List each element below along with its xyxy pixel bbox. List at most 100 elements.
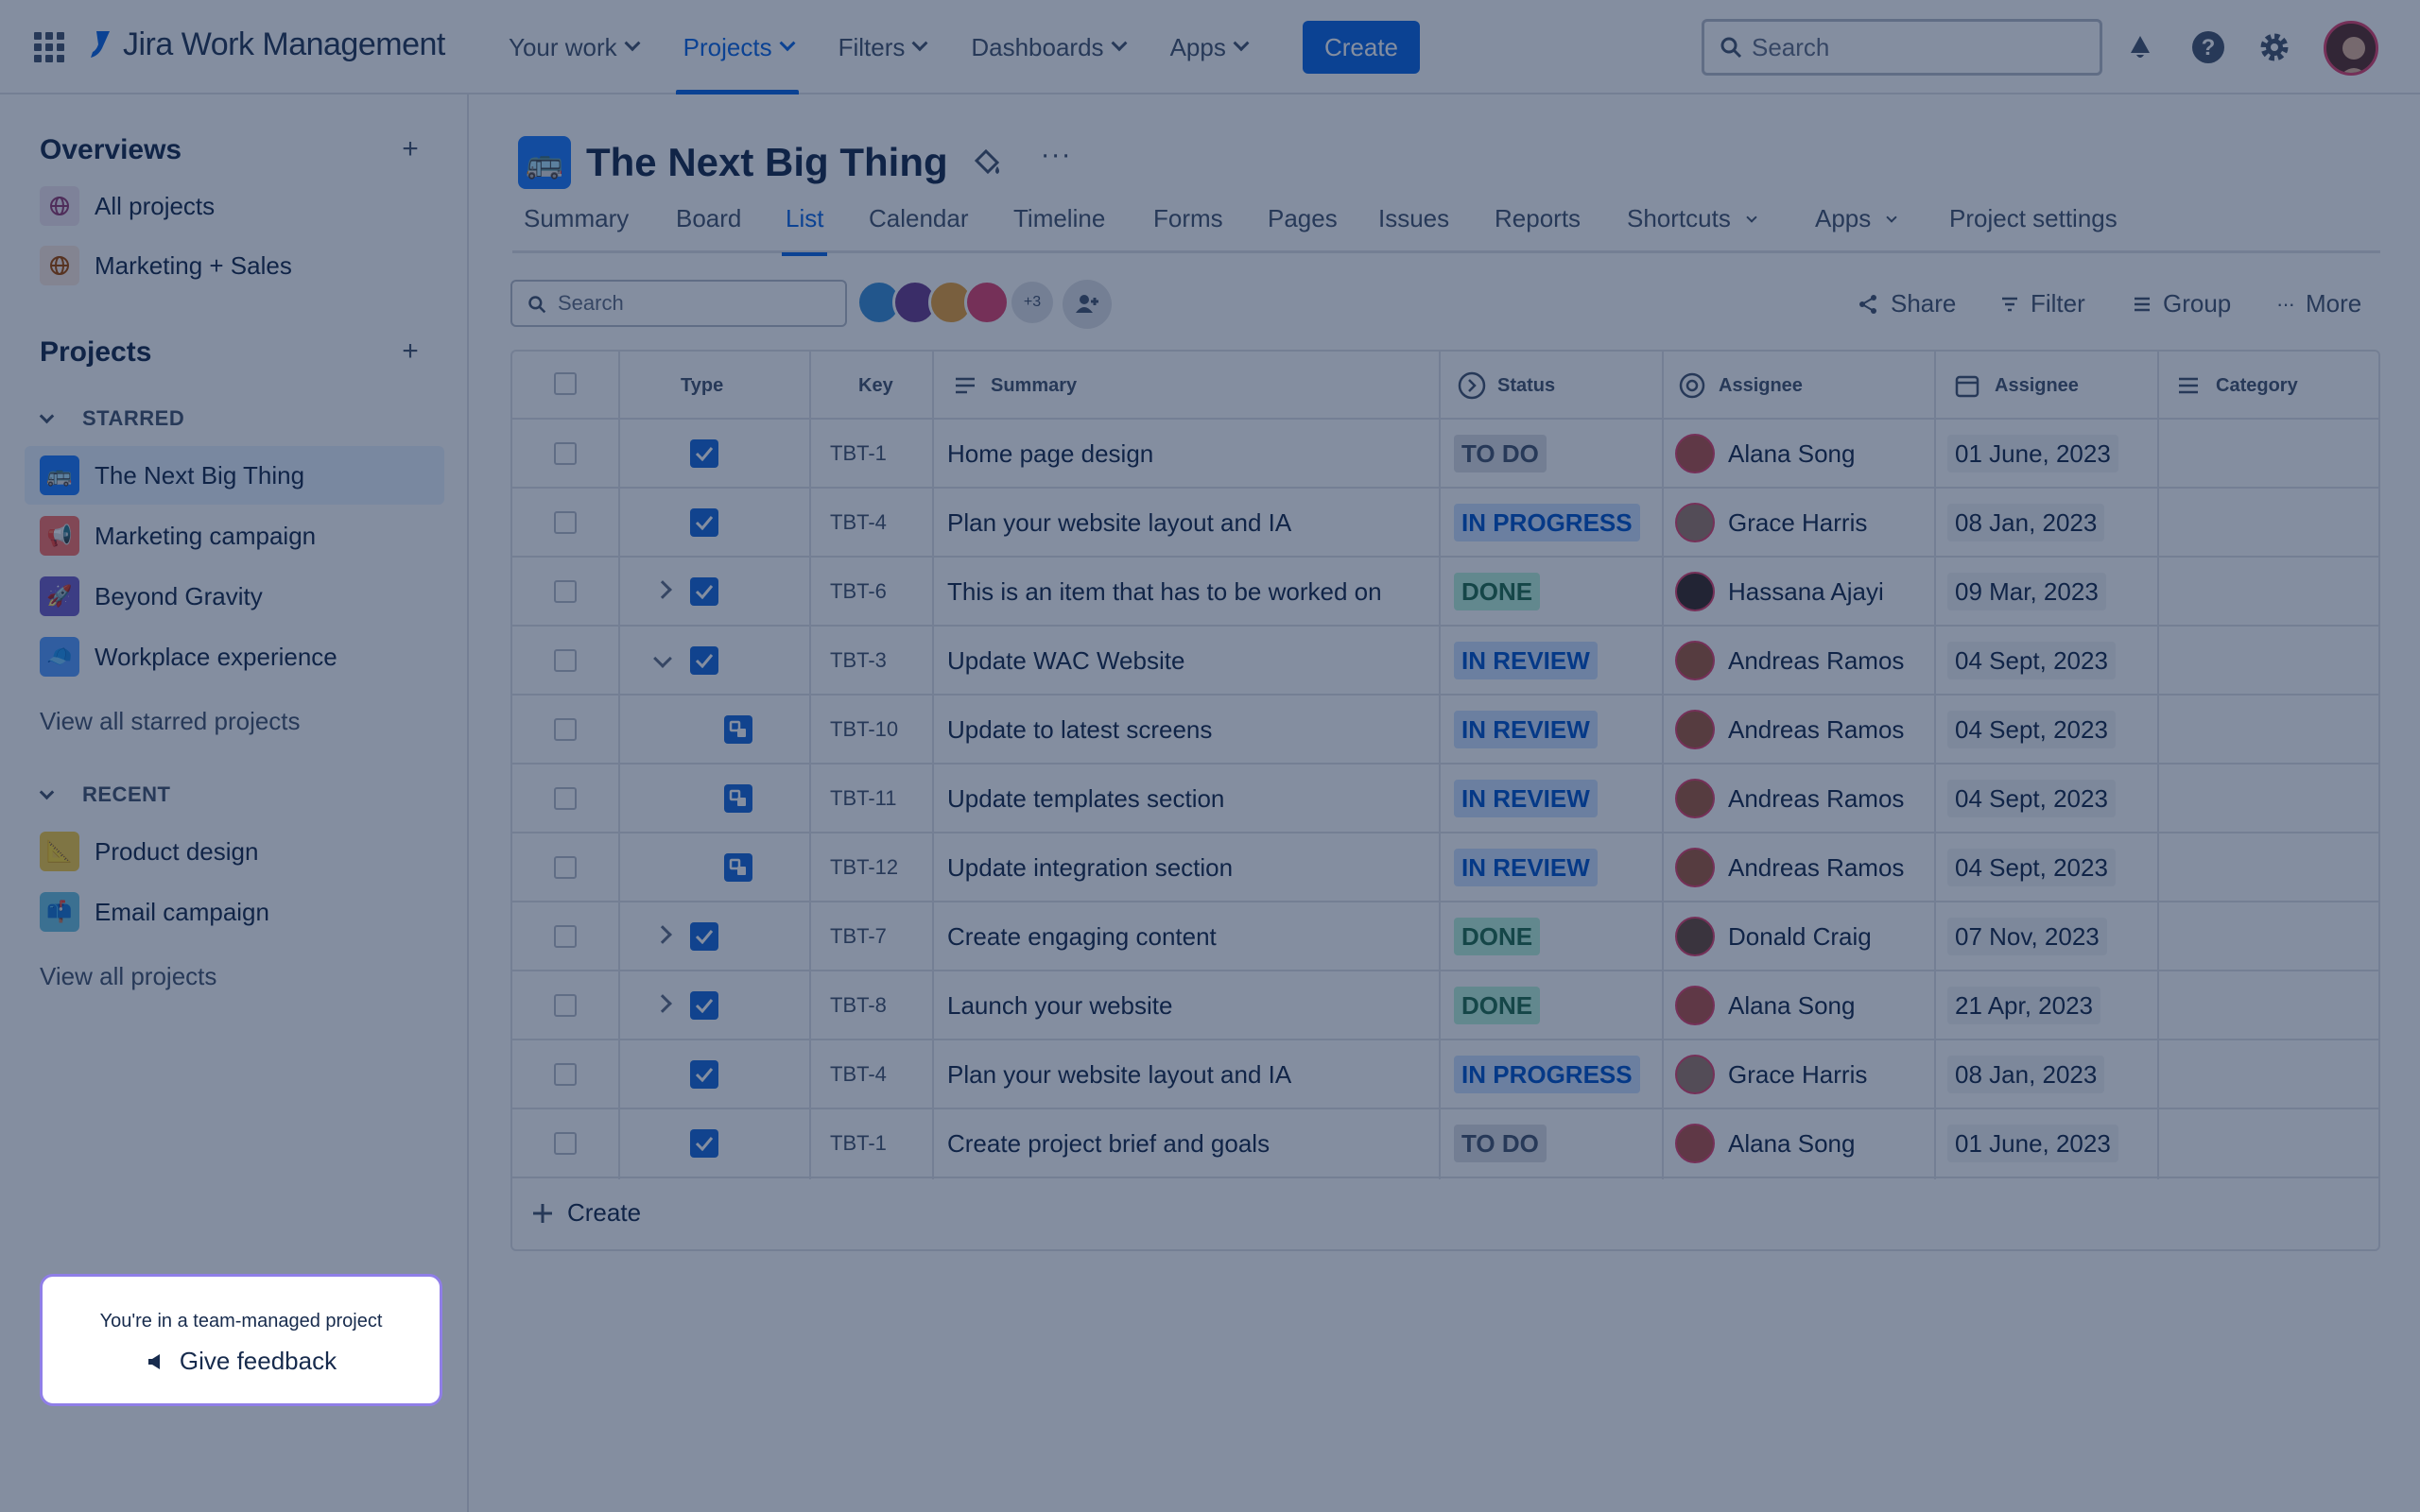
tab-timeline[interactable]: Timeline (1013, 204, 1105, 253)
starred-section-toggle[interactable]: STARRED (39, 406, 184, 431)
table-row[interactable]: TBT-4 Plan your website layout and IA IN P… (512, 489, 2378, 558)
issue-key[interactable]: TBT-4 (830, 1062, 887, 1087)
column-header-key[interactable]: Key (858, 352, 893, 420)
chevron-down-icon[interactable] (653, 649, 672, 668)
row-checkbox[interactable] (554, 1063, 577, 1086)
date-value[interactable]: 04 Sept, 2023 (1947, 849, 2116, 886)
date-value[interactable]: 01 June, 2023 (1947, 1125, 2118, 1162)
table-row[interactable]: TBT-7 Create engaging content DONE Donald C… (512, 902, 2378, 971)
status-badge[interactable]: TO DO (1454, 1125, 1547, 1162)
table-row[interactable]: TBT-12 Update integration section IN REVIE… (512, 833, 2378, 902)
group-button[interactable]: Group (2133, 289, 2231, 318)
add-overview-button[interactable]: + (391, 130, 429, 168)
share-button[interactable]: Share (1857, 289, 1956, 318)
table-row[interactable]: TBT-3 Update WAC Website IN REVIEW Andreas … (512, 627, 2378, 696)
tab-calendar[interactable]: Calendar (869, 204, 969, 253)
issue-key[interactable]: TBT-3 (830, 648, 887, 673)
date-value[interactable]: 04 Sept, 2023 (1947, 780, 2116, 817)
status-badge[interactable]: IN REVIEW (1454, 711, 1598, 748)
chevron-right-icon[interactable] (653, 580, 672, 599)
column-header-status[interactable]: Status (1458, 352, 1555, 420)
chevron-right-icon[interactable] (653, 994, 672, 1013)
assignee-name[interactable]: Andreas Ramos (1728, 715, 1904, 745)
assignee-name[interactable]: Grace Harris (1728, 1060, 1867, 1090)
tab-apps[interactable]: Apps (1815, 204, 1897, 253)
status-badge[interactable]: TO DO (1454, 435, 1547, 472)
recent-section-toggle[interactable]: RECENT (39, 782, 170, 807)
table-row[interactable]: TBT-10 Update to latest screens IN REVIEW A… (512, 696, 2378, 765)
issue-key[interactable]: TBT-10 (830, 717, 898, 742)
row-checkbox[interactable] (554, 718, 577, 741)
row-checkbox[interactable] (554, 580, 577, 603)
status-badge[interactable]: IN REVIEW (1454, 780, 1598, 817)
assignee-name[interactable]: Alana Song (1728, 1129, 1855, 1159)
assignee-name[interactable]: Andreas Ramos (1728, 646, 1904, 676)
issue-summary[interactable]: Plan your website layout and IA (947, 1060, 1291, 1090)
row-checkbox[interactable] (554, 511, 577, 534)
avatar[interactable] (964, 280, 1010, 325)
tab-forms[interactable]: Forms (1153, 204, 1223, 253)
column-header-type[interactable]: Type (681, 352, 723, 420)
date-value[interactable]: 21 Apr, 2023 (1947, 987, 2101, 1024)
product-logo[interactable]: Jira Work Management (87, 26, 445, 63)
sidebar-item-workplace-experience[interactable]: 🧢 Workplace experience (25, 627, 444, 686)
issue-summary[interactable]: Create project brief and goals (947, 1129, 1270, 1159)
row-checkbox[interactable] (554, 787, 577, 810)
issue-summary[interactable]: Plan your website layout and IA (947, 508, 1291, 538)
add-project-button[interactable]: + (391, 333, 429, 370)
table-row[interactable]: TBT-1 Create project brief and goals TO DO… (512, 1109, 2378, 1178)
tab-list[interactable]: List (781, 204, 828, 256)
assignee-name[interactable]: Donald Craig (1728, 922, 1872, 952)
sidebar-item-email-campaign[interactable]: 📫 Email campaign (25, 883, 444, 941)
global-search-input[interactable]: Search (1702, 19, 2102, 76)
row-checkbox[interactable] (554, 856, 577, 879)
issue-summary[interactable]: Create engaging content (947, 922, 1217, 952)
nav-projects[interactable]: Projects (675, 0, 799, 94)
status-badge[interactable]: DONE (1454, 987, 1541, 1024)
nav-your-work[interactable]: Your work (509, 0, 641, 94)
assignee-name[interactable]: Grace Harris (1728, 508, 1867, 538)
status-badge[interactable]: DONE (1454, 918, 1541, 955)
tab-issues[interactable]: Issues (1378, 204, 1449, 253)
date-value[interactable]: 04 Sept, 2023 (1947, 711, 2116, 748)
help-icon[interactable]: ? (2187, 26, 2229, 68)
assignee-name[interactable]: Alana Song (1728, 991, 1855, 1021)
sidebar-item-the-next-big-thing[interactable]: 🚌 The Next Big Thing (25, 446, 444, 505)
app-switcher-icon[interactable] (34, 32, 64, 62)
date-value[interactable]: 07 Nov, 2023 (1947, 918, 2107, 955)
sidebar-item-beyond-gravity[interactable]: 🚀 Beyond Gravity (25, 567, 444, 626)
row-checkbox[interactable] (554, 1132, 577, 1155)
more-button[interactable]: ··· More (2276, 289, 2361, 318)
issue-summary[interactable]: Launch your website (947, 991, 1172, 1021)
view-all-projects-link[interactable]: View all projects (40, 962, 216, 991)
row-checkbox[interactable] (554, 649, 577, 672)
issue-key[interactable]: TBT-4 (830, 510, 887, 535)
tab-shortcuts[interactable]: Shortcuts (1627, 204, 1757, 253)
filter-button[interactable]: Filter (2000, 289, 2085, 318)
give-feedback-button[interactable]: Give feedback (43, 1347, 440, 1376)
issue-key[interactable]: TBT-12 (830, 855, 898, 880)
team-avatar-group[interactable]: +3 (856, 280, 1053, 329)
tab-project-settings[interactable]: Project settings (1949, 204, 2118, 253)
issue-key[interactable]: TBT-8 (830, 993, 887, 1018)
status-badge[interactable]: IN REVIEW (1454, 642, 1598, 679)
table-row[interactable]: TBT-1 Home page design TO DO Alana Song 01 J… (512, 420, 2378, 489)
view-all-starred-link[interactable]: View all starred projects (40, 707, 301, 736)
sidebar-item-marketing-campaign[interactable]: 📢 Marketing campaign (25, 507, 444, 565)
column-header-summary[interactable]: Summary (955, 352, 1077, 420)
select-all-checkbox[interactable] (554, 372, 577, 395)
status-badge[interactable]: IN REVIEW (1454, 849, 1598, 886)
more-avatars-badge[interactable]: +3 (1011, 282, 1053, 323)
issue-summary[interactable]: This is an item that has to be worked on (947, 577, 1382, 607)
date-value[interactable]: 09 Mar, 2023 (1947, 573, 2106, 610)
row-checkbox[interactable] (554, 925, 577, 948)
nav-filters[interactable]: Filters (838, 0, 928, 94)
table-row[interactable]: TBT-6 This is an item that has to be work… (512, 558, 2378, 627)
date-value[interactable]: 08 Jan, 2023 (1947, 1056, 2105, 1093)
issue-summary[interactable]: Home page design (947, 439, 1153, 469)
issue-summary[interactable]: Update templates section (947, 784, 1224, 814)
table-row[interactable]: TBT-11 Update templates section IN REVIEW A… (512, 765, 2378, 833)
issue-summary[interactable]: Update WAC Website (947, 646, 1184, 676)
row-checkbox[interactable] (554, 994, 577, 1017)
sidebar-item-marketing-sales[interactable]: Marketing + Sales (25, 236, 444, 295)
